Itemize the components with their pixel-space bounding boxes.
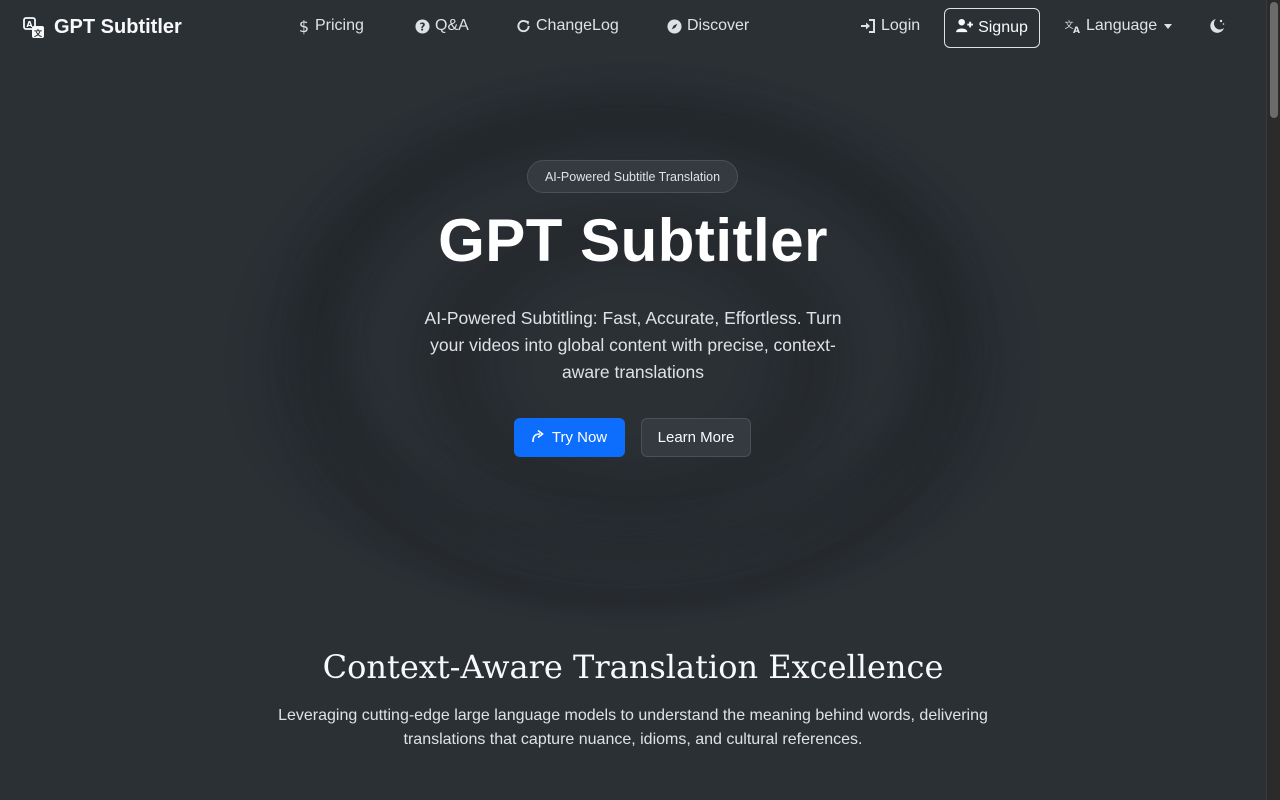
svg-text:$: $: [299, 17, 309, 35]
nav-discover-label: Discover: [687, 17, 750, 34]
moon-stars-icon: [1208, 17, 1226, 35]
try-now-button[interactable]: Try Now: [514, 418, 625, 457]
learn-more-label: Learn More: [657, 429, 735, 446]
chevron-down-icon: [1164, 23, 1173, 29]
svg-text:A: A: [1073, 26, 1080, 34]
dollar-icon: $: [298, 17, 310, 35]
login-link[interactable]: Login: [860, 17, 920, 35]
learn-more-button[interactable]: Learn More: [641, 418, 751, 457]
theme-toggle[interactable]: [1208, 17, 1226, 35]
translate-icon: A 文: [23, 16, 45, 39]
navbar: A 文 GPT Subtitler $ Pricing ? Q&A Change…: [0, 0, 1266, 56]
nav-discover[interactable]: Discover: [667, 17, 749, 35]
features-title: Context-Aware Translation Excellence: [322, 648, 944, 686]
scrollbar-thumb[interactable]: [1270, 2, 1278, 118]
nav-qa[interactable]: ? Q&A: [415, 17, 469, 35]
brand-link[interactable]: A 文 GPT Subtitler: [23, 16, 182, 39]
nav-pricing[interactable]: $ Pricing: [298, 17, 364, 35]
nav-pricing-label: Pricing: [315, 17, 364, 34]
language-dropdown[interactable]: 文A Language: [1065, 17, 1173, 35]
brand-name: GPT Subtitler: [54, 16, 182, 38]
signup-label: Signup: [978, 19, 1028, 36]
nav-qa-label: Q&A: [435, 17, 469, 34]
hero-badge: AI-Powered Subtitle Translation: [527, 160, 738, 193]
page-scrollbar[interactable]: [1266, 0, 1280, 800]
svg-text:?: ?: [420, 21, 426, 33]
refresh-icon: [516, 19, 531, 34]
hero-subtitle: AI-Powered Subtitling: Fast, Accurate, E…: [424, 308, 842, 382]
hero-title: GPT Subtitler: [438, 207, 828, 274]
user-plus-icon: [956, 18, 974, 38]
features-description: Leveraging cutting-edge large language m…: [278, 707, 988, 748]
svg-text:文: 文: [34, 28, 43, 38]
sign-in-icon: [860, 18, 876, 34]
login-label: Login: [881, 17, 921, 34]
try-now-label: Try Now: [551, 429, 608, 446]
page: A 文 GPT Subtitler $ Pricing ? Q&A Change…: [0, 0, 1266, 800]
nav-changelog-label: ChangeLog: [536, 17, 619, 34]
nav-changelog[interactable]: ChangeLog: [516, 17, 619, 35]
language-label: Language: [1086, 17, 1158, 34]
language-icon: 文A: [1065, 18, 1081, 34]
question-circle-icon: ?: [415, 18, 430, 34]
arrow-up-right-icon: [532, 429, 544, 447]
signup-button[interactable]: Signup: [944, 8, 1040, 48]
compass-icon: [667, 18, 682, 34]
